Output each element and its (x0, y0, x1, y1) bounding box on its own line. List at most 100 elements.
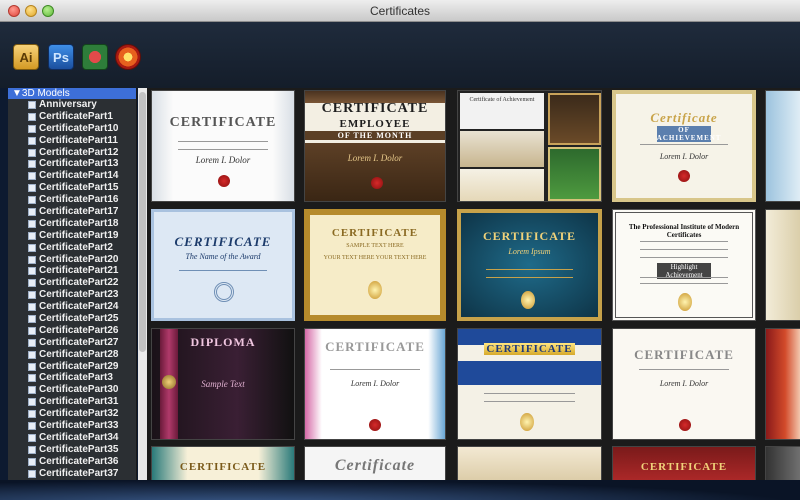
thumbnail[interactable]: Certificate OF ACHIEVEMENT Lorem I. Dolo… (612, 90, 756, 202)
thumbnail[interactable]: The Professional Institute of Modern Cer… (612, 209, 756, 321)
file-icon (28, 445, 36, 454)
thumbnail[interactable]: Certificate of Achievement (457, 90, 602, 202)
thumbnail[interactable]: CERTIFICATE Lorem Ipsum (457, 209, 602, 321)
thumbnail-title: CERTIFICATE (331, 227, 419, 239)
thumbnail-subtitle: Lorem I. Dolor (659, 379, 709, 388)
sidebar-item[interactable]: CertificatePart28 (8, 349, 136, 361)
file-icon (28, 362, 36, 371)
sidebar-item[interactable]: CertificatePart15 (8, 182, 136, 194)
thumbnail-title: CERTIFICATE (174, 234, 272, 249)
thumbnail-subtitle: Lorem Ipsum (508, 247, 551, 256)
sidebar-scrollbar[interactable] (138, 88, 147, 480)
sidebar-item-label: CertificatePart31 (39, 396, 119, 408)
sidebar-item[interactable]: CertificatePart19 (8, 230, 136, 242)
thumbnail-line2: SAMPLE TEXT HERE (346, 243, 404, 249)
sidebar-item[interactable]: CertificatePart13 (8, 158, 136, 170)
window-title: Certificates (369, 4, 431, 18)
sidebar-item-label: CertificatePart24 (39, 301, 119, 313)
sidebar-item-label: CertificatePart28 (39, 348, 119, 360)
sidebar-item-label: CertificatePart2 (39, 241, 113, 253)
sidebar-item[interactable]: CertificatePart14 (8, 170, 136, 182)
thumbnail-title: Certificate of Achievement (469, 97, 535, 103)
thumbnail[interactable]: DIPLOMA Sample Text (151, 328, 295, 440)
sidebar-item[interactable]: CertificatePart3 (8, 372, 136, 384)
sidebar-item-label: CertificatePart37 (39, 467, 119, 479)
sidebar-list: Anniversary CertificatePart1 CertificatePa… (8, 99, 136, 480)
sidebar-item[interactable]: CertificatePart24 (8, 301, 136, 313)
sidebar-item[interactable]: CertificatePart32 (8, 408, 136, 420)
sidebar-item-label: CertificatePart3 (39, 372, 113, 384)
file-icon (28, 255, 36, 264)
sidebar-item-label: CertificatePart30 (39, 384, 119, 396)
file-icon (28, 160, 36, 169)
sidebar-item[interactable]: CertificatePart12 (8, 147, 136, 159)
thumbnail-title: CERTIFICATE (482, 229, 577, 243)
sidebar-item[interactable]: CertificatePart33 (8, 420, 136, 432)
thumbnail[interactable]: CERTIFICATE (612, 446, 756, 480)
sidebar-item-label: CertificatePart18 (39, 217, 119, 229)
thumbnail[interactable] (765, 90, 800, 202)
sidebar-scroll-thumb[interactable] (139, 92, 146, 352)
thumbnail[interactable] (765, 209, 800, 321)
sidebar-item[interactable]: Anniversary (8, 99, 136, 111)
file-icon (28, 196, 36, 205)
sidebar-item[interactable]: CertificatePart10 (8, 123, 136, 135)
sidebar-item-label: CertificatePart1 (39, 110, 113, 122)
sidebar-item[interactable]: CertificatePart31 (8, 396, 136, 408)
sidebar-item[interactable]: CertificatePart36 (8, 456, 136, 468)
file-icon (28, 338, 36, 347)
thumbnail[interactable] (765, 446, 800, 480)
sidebar-item[interactable]: CertificatePart26 (8, 325, 136, 337)
thumbnail-title: CERTIFICATE (325, 339, 425, 354)
sidebar-item[interactable]: CertificatePart17 (8, 206, 136, 218)
thumbnail[interactable] (765, 328, 800, 440)
thumbnail-grid: CERTIFICATE Lorem I. Dolor CERTIFICATE E… (147, 88, 800, 480)
sidebar-item[interactable]: CertificatePart11 (8, 135, 136, 147)
sidebar-item[interactable]: CertificatePart16 (8, 194, 136, 206)
sidebar-item[interactable]: CertificatePart1 (8, 111, 136, 123)
sidebar-item[interactable]: CertificatePart30 (8, 384, 136, 396)
sidebar-item[interactable]: CertificatePart20 (8, 254, 136, 266)
thumbnail[interactable]: CERTIFICATE Lorem I. Dolor (151, 90, 295, 202)
thumbnail[interactable]: CERTIFICATE (151, 446, 295, 480)
thumbnail[interactable] (457, 446, 602, 480)
illustrator-icon[interactable]: Ai (13, 44, 39, 70)
lens-icon[interactable] (115, 44, 141, 70)
file-icon (28, 101, 36, 109)
sidebar-item-label: CertificatePart36 (39, 455, 119, 467)
sidebar-item[interactable]: CertificatePart37 (8, 468, 136, 480)
sidebar-item[interactable]: CertificatePart34 (8, 432, 136, 444)
sidebar-item-label: CertificatePart35 (39, 443, 119, 455)
thumbnail-title: CERTIFICATE (483, 343, 576, 355)
thumbnail[interactable]: CERTIFICATE SAMPLE TEXT HERE YOUR TEXT H… (304, 209, 446, 321)
sidebar-item-label: CertificatePart11 (39, 134, 118, 146)
thumbnail[interactable]: CERTIFICATE (457, 328, 602, 440)
file-icon (28, 219, 36, 228)
thumbnail-title: Certificate (334, 457, 416, 474)
thumbnail[interactable]: Certificate (304, 446, 446, 480)
sidebar-item[interactable]: CertificatePart35 (8, 444, 136, 456)
sidebar-item[interactable]: CertificatePart2 (8, 242, 136, 254)
file-icon (28, 231, 36, 240)
thumbnail[interactable]: CERTIFICATE The Name of the Award (151, 209, 295, 321)
sidebar-item-label: CertificatePart26 (39, 324, 119, 336)
sidebar-item[interactable]: CertificatePart27 (8, 337, 136, 349)
sidebar-group-3d-models[interactable]: ▼3D Models (8, 88, 136, 99)
photoshop-icon[interactable]: Ps (48, 44, 74, 70)
toolbar: Ai Ps (0, 22, 800, 88)
sidebar-item[interactable]: CertificatePart21 (8, 265, 136, 277)
file-icon (28, 243, 36, 252)
thumbnail[interactable]: CERTIFICATE Lorem I. Dolor (304, 328, 446, 440)
sidebar-item-label: CertificatePart33 (39, 420, 119, 432)
sidebar-item-label: CertificatePart10 (39, 122, 119, 134)
thumbnail[interactable]: CERTIFICATE EMPLOYEE OF THE MONTH Lorem … (304, 90, 446, 202)
poker-chip-icon[interactable] (82, 44, 108, 70)
sidebar-item[interactable]: CertificatePart23 (8, 289, 136, 301)
sidebar-item[interactable]: CertificatePart29 (8, 361, 136, 373)
sidebar-item[interactable]: CertificatePart18 (8, 218, 136, 230)
thumbnail-subtitle: The Name of the Award (185, 252, 261, 261)
sidebar-item-label: CertificatePart21 (39, 265, 119, 277)
thumbnail[interactable]: CERTIFICATE Lorem I. Dolor (612, 328, 756, 440)
sidebar-item[interactable]: CertificatePart22 (8, 277, 136, 289)
sidebar-item[interactable]: CertificatePart25 (8, 313, 136, 325)
